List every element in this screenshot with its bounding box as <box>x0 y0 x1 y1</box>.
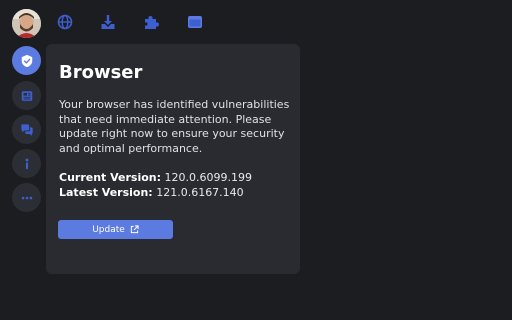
avatar[interactable] <box>12 9 41 38</box>
topbar-browser-button[interactable] <box>186 13 204 31</box>
newspaper-icon <box>21 90 32 101</box>
current-version-value: 120.0.6099.199 <box>164 171 253 184</box>
avatar-image <box>12 9 41 38</box>
update-button-label: Update <box>92 224 125 235</box>
browser-window-icon <box>188 16 202 28</box>
sidebar-item-info[interactable] <box>12 149 41 178</box>
browser-update-panel: Browser Your browser has identified vuln… <box>46 44 300 274</box>
globe-icon <box>57 14 73 30</box>
topbar-globe-button[interactable] <box>56 13 74 31</box>
external-link-icon <box>130 225 139 234</box>
sidebar-item-security[interactable] <box>12 46 41 75</box>
download-icon <box>101 15 115 29</box>
topbar-extensions-button[interactable] <box>142 13 160 31</box>
info-icon <box>25 158 28 169</box>
puzzle-icon <box>145 16 159 29</box>
latest-version-value: 121.0.6167.140 <box>156 186 244 199</box>
sidebar-item-more[interactable] <box>12 183 41 212</box>
update-button[interactable]: Update <box>58 220 173 239</box>
sidebar-item-chat[interactable] <box>12 115 41 144</box>
chat-bubbles-icon <box>20 123 33 136</box>
latest-version-row: Latest Version: 121.0.6167.140 <box>59 186 244 199</box>
current-version-row: Current Version: 120.0.6099.199 <box>59 171 252 184</box>
panel-description: Your browser has identified vulnerabilit… <box>59 98 290 155</box>
more-icon <box>21 196 32 199</box>
latest-version-label: Latest Version: <box>59 186 153 199</box>
current-version-label: Current Version: <box>59 171 162 184</box>
shield-check-icon <box>21 54 32 67</box>
panel-title: Browser <box>59 62 143 83</box>
sidebar-item-news[interactable] <box>12 81 41 110</box>
topbar-download-button[interactable] <box>99 13 117 31</box>
